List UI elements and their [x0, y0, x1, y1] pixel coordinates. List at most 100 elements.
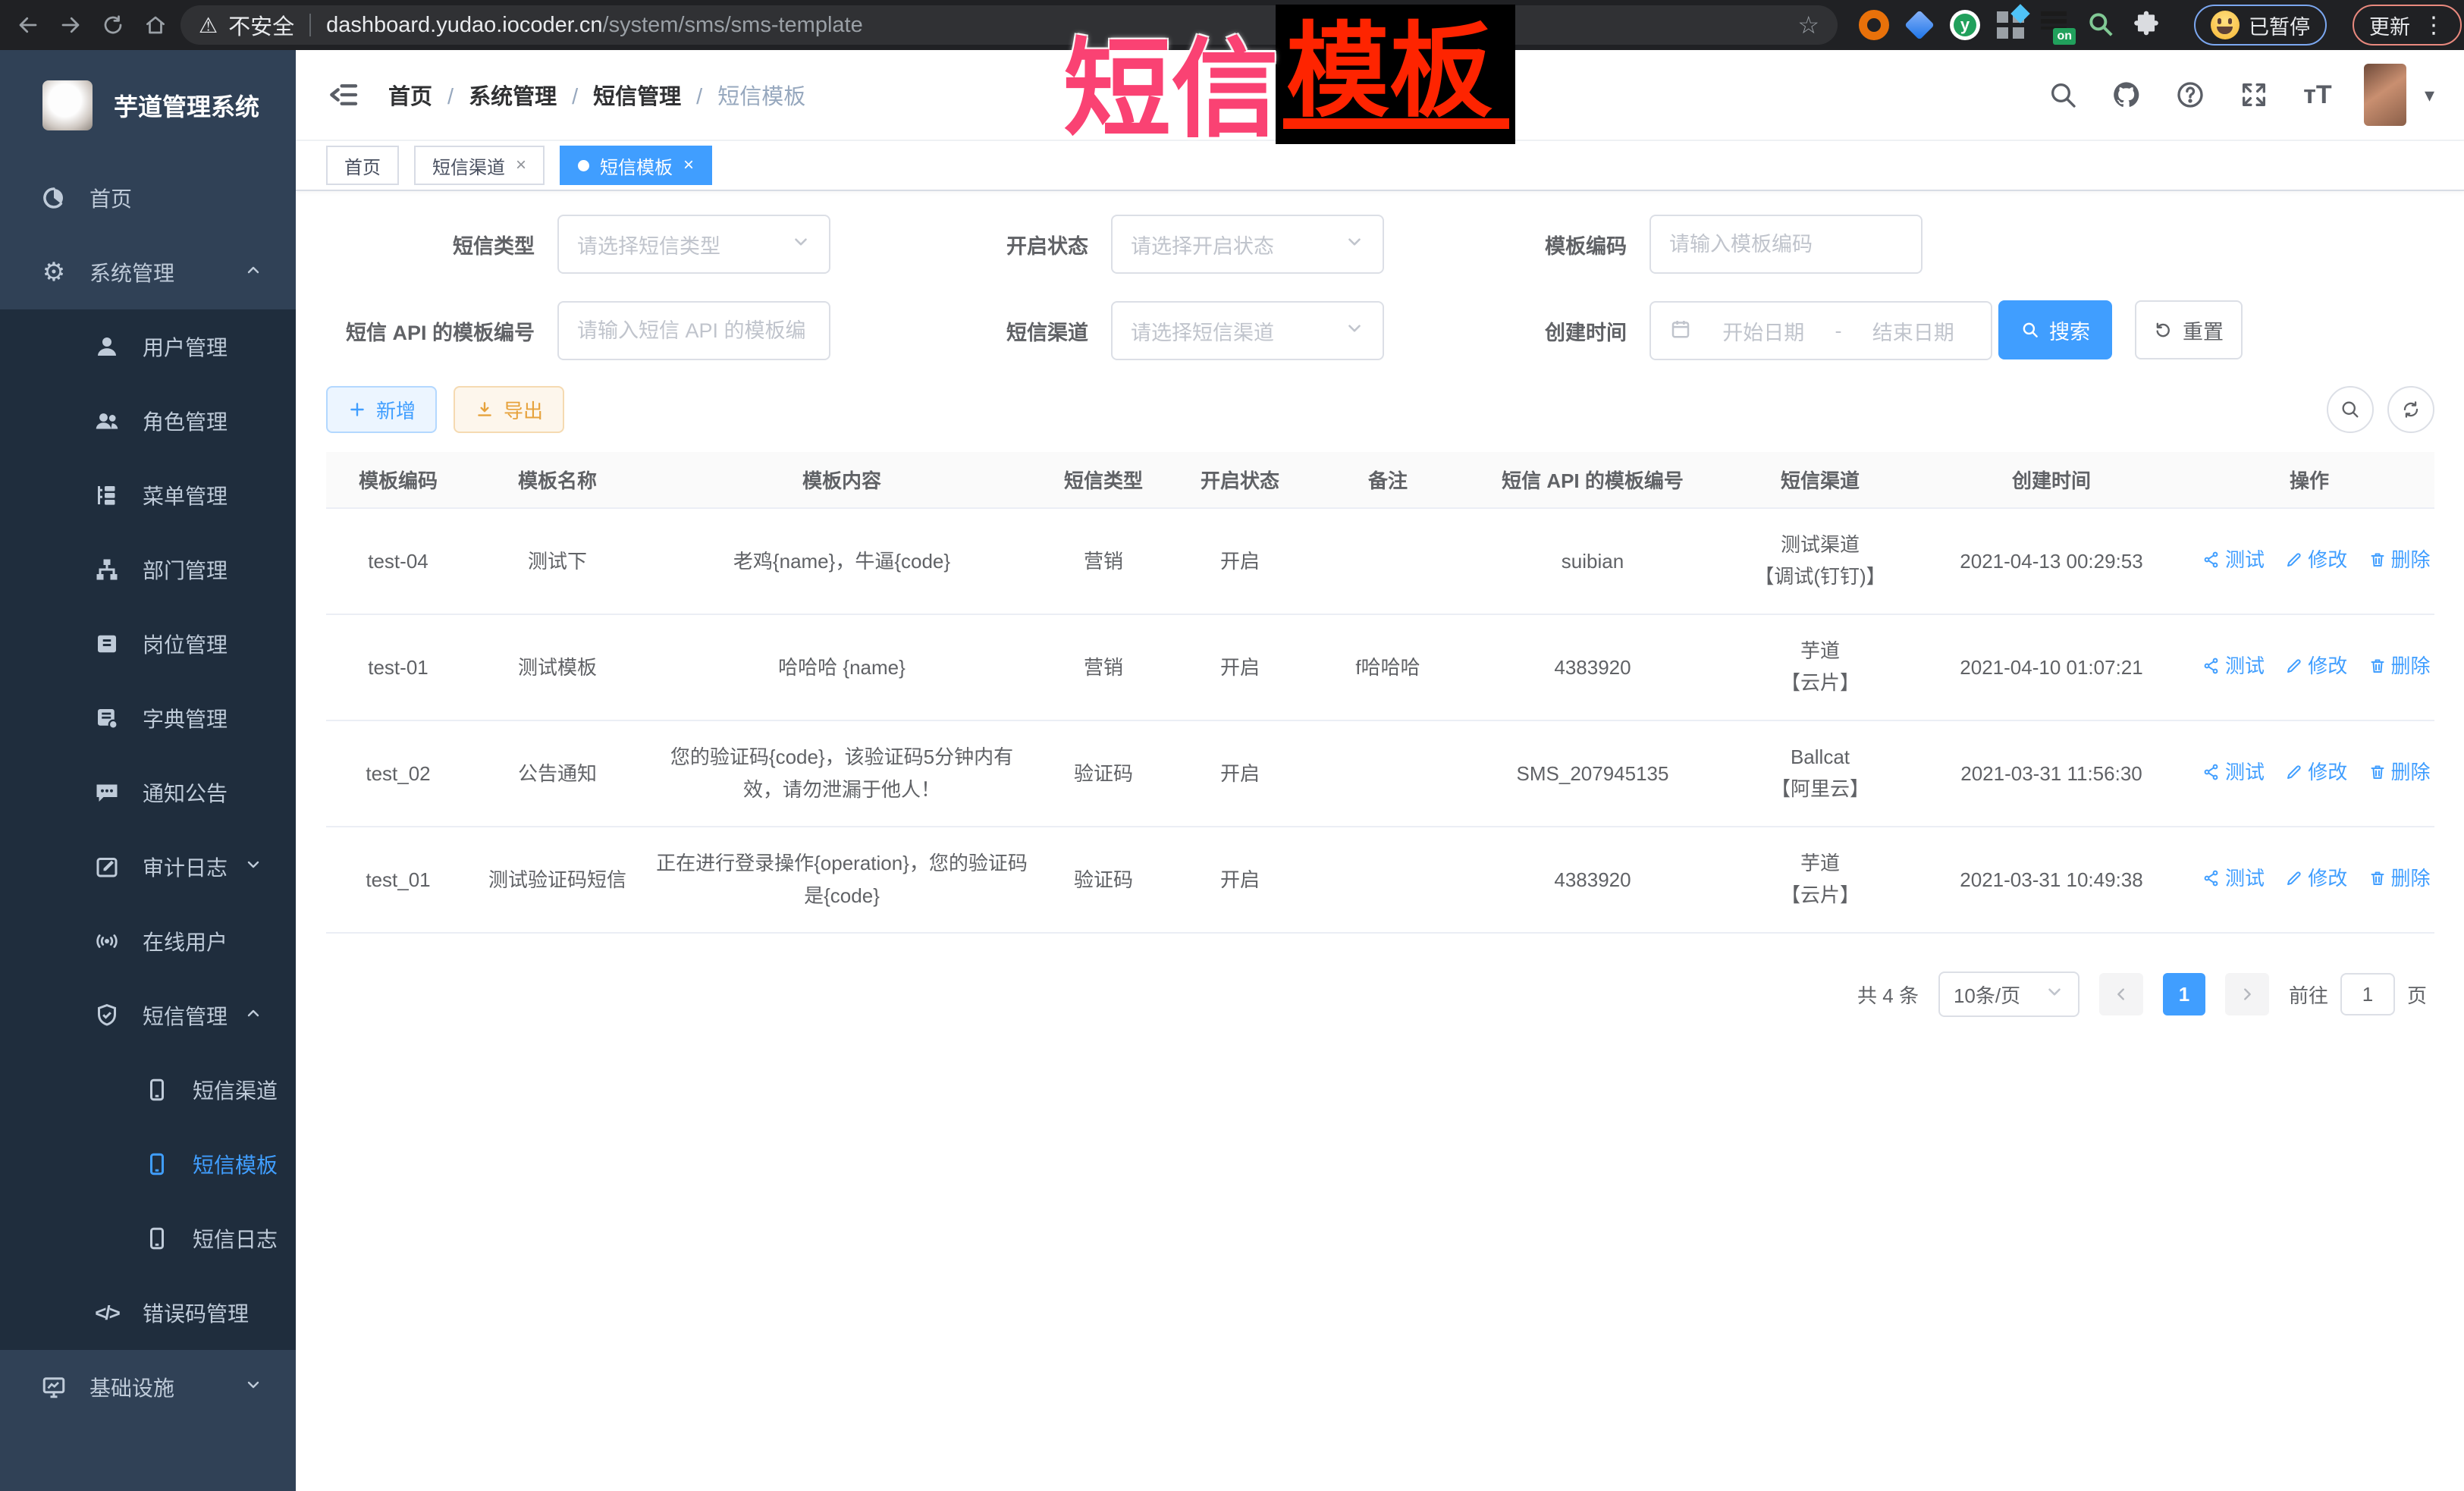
start-date-placeholder[interactable]: 开始日期 — [1704, 316, 1823, 346]
user-avatar[interactable] — [2364, 64, 2406, 126]
cell-remark — [1312, 827, 1464, 933]
sidebar-item-system[interactable]: ⚙ 系统管理 — [0, 235, 296, 309]
chevron-down-icon — [2045, 982, 2064, 1007]
test-link[interactable]: 测试 — [2202, 650, 2265, 683]
home-icon[interactable] — [138, 8, 173, 42]
edit-link[interactable]: 修改 — [2285, 650, 2347, 683]
avatar-caret-down-icon[interactable]: ▾ — [2425, 83, 2434, 107]
test-link[interactable]: 测试 — [2202, 862, 2265, 895]
extension-orange-ring-icon[interactable] — [1859, 10, 1889, 40]
next-page-button[interactable] — [2225, 973, 2269, 1015]
cell-remark — [1312, 508, 1464, 614]
sidebar-item-audit-log[interactable]: 审计日志 — [0, 830, 296, 904]
cell-type: 营销 — [1039, 614, 1168, 720]
api-template-id-input[interactable] — [577, 319, 811, 343]
breadcrumb-home[interactable]: 首页 — [388, 79, 432, 111]
extension-grid-icon[interactable] — [1995, 10, 2026, 40]
url-text[interactable]: dashboard.yudao.iocoder.cn/system/sms/sm… — [326, 13, 863, 38]
extensions-puzzle-icon[interactable] — [2132, 10, 2162, 40]
edit-note-icon — [93, 852, 121, 881]
sidebar-item-menus[interactable]: 菜单管理 — [0, 458, 296, 532]
cell-name: 公告通知 — [470, 720, 645, 827]
security-label[interactable]: 不安全 — [228, 9, 294, 41]
cell-content: 哈哈哈 {name} — [645, 614, 1039, 720]
delete-link[interactable]: 删除 — [2368, 544, 2431, 576]
breadcrumb-sms[interactable]: 短信管理 — [572, 79, 681, 111]
sidebar-item-roles[interactable]: 角色管理 — [0, 384, 296, 458]
add-button[interactable]: 新增 — [326, 386, 437, 433]
edit-link[interactable]: 修改 — [2285, 544, 2347, 576]
sidebar-item-sms[interactable]: 短信管理 — [0, 978, 296, 1053]
sidebar-item-sms-log[interactable]: 短信日志 — [0, 1201, 296, 1276]
current-page[interactable]: 1 — [2163, 973, 2205, 1015]
template-code-input[interactable] — [1669, 233, 1903, 256]
profile-paused-pill[interactable]: 已暂停 — [2194, 5, 2327, 46]
extension-green-y-icon[interactable]: y — [1950, 10, 1980, 40]
forward-icon[interactable] — [53, 8, 88, 42]
font-size-icon[interactable]: тT — [2300, 77, 2335, 112]
cell-status: 开启 — [1168, 827, 1312, 933]
test-link[interactable]: 测试 — [2202, 756, 2265, 789]
help-icon[interactable] — [2173, 77, 2208, 112]
sidebar-item-online-users[interactable]: 在线用户 — [0, 904, 296, 978]
edit-link[interactable]: 修改 — [2285, 756, 2347, 789]
sidebar-item-label: 部门管理 — [143, 554, 228, 585]
sidebar-item-infrastructure[interactable]: 基础设施 — [0, 1350, 296, 1424]
extension-list-on-icon[interactable]: on — [2041, 10, 2071, 40]
create-time-range-picker[interactable]: 开始日期 - 结束日期 — [1649, 301, 1992, 360]
show-search-toggle-button[interactable] — [2327, 386, 2374, 433]
extension-magnifier-icon[interactable] — [2086, 10, 2117, 40]
app-logo-row[interactable]: 芋道管理系统 — [0, 50, 296, 161]
channel-select[interactable]: 请选择短信渠道 — [1111, 301, 1384, 360]
close-icon[interactable]: × — [516, 156, 526, 174]
page-size-select[interactable]: 10条/页 — [1938, 972, 2079, 1017]
calendar-icon — [1669, 317, 1692, 345]
bookmark-star-icon[interactable]: ☆ — [1797, 11, 1819, 39]
github-icon[interactable] — [2109, 77, 2144, 112]
sidebar-item-announcements[interactable]: 通知公告 — [0, 755, 296, 830]
col-status: 开启状态 — [1168, 452, 1312, 508]
table-row: test-01 测试模板 哈哈哈 {name} 营销 开启 f哈哈哈 43839… — [326, 614, 2434, 720]
cell-status: 开启 — [1168, 508, 1312, 614]
address-bar[interactable]: ⚠ 不安全 dashboard.yudao.iocoder.cn/system/… — [180, 5, 1838, 45]
sidebar-item-label: 菜单管理 — [143, 480, 228, 510]
cell-create-time: 2021-03-31 10:49:38 — [1919, 827, 2184, 933]
test-link[interactable]: 测试 — [2202, 544, 2265, 576]
sidebar-item-label: 岗位管理 — [143, 629, 228, 659]
back-icon[interactable] — [11, 8, 46, 42]
refresh-button[interactable] — [2387, 386, 2434, 433]
breadcrumb-system[interactable]: 系统管理 — [447, 79, 557, 111]
sms-type-select[interactable]: 请选择短信类型 — [557, 215, 830, 274]
sidebar-item-departments[interactable]: 部门管理 — [0, 532, 296, 607]
export-button[interactable]: 导出 — [454, 386, 564, 433]
extension-blue-kite-icon[interactable] — [1904, 10, 1935, 40]
sidebar-item-dictionary[interactable]: 字典管理 — [0, 681, 296, 755]
delete-link[interactable]: 删除 — [2368, 862, 2431, 895]
prev-page-button[interactable] — [2099, 973, 2143, 1015]
search-button[interactable]: 搜索 — [1998, 300, 2112, 359]
close-icon[interactable]: × — [683, 156, 694, 174]
sidebar-item-home[interactable]: 首页 — [0, 161, 296, 235]
chrome-update-button[interactable]: 更新 ⋮ — [2353, 5, 2462, 46]
fullscreen-icon[interactable] — [2236, 77, 2271, 112]
tab-home[interactable]: 首页 — [326, 146, 399, 185]
edit-link[interactable]: 修改 — [2285, 862, 2347, 895]
reload-icon[interactable] — [96, 8, 130, 42]
sidebar-item-sms-channel[interactable]: 短信渠道 — [0, 1053, 296, 1127]
chat-bubble-icon — [93, 778, 121, 807]
sidebar-item-posts[interactable]: 岗位管理 — [0, 607, 296, 681]
sidebar-item-users[interactable]: 用户管理 — [0, 309, 296, 384]
tab-sms-template[interactable]: 短信模板 × — [560, 146, 712, 185]
search-icon[interactable] — [2045, 77, 2080, 112]
status-select[interactable]: 请选择开启状态 — [1111, 215, 1384, 274]
collapse-sidebar-icon[interactable] — [326, 77, 363, 113]
sidebar-item-error-codes[interactable]: </> 错误码管理 — [0, 1276, 296, 1350]
reset-button[interactable]: 重置 — [2135, 300, 2243, 359]
delete-link[interactable]: 删除 — [2368, 650, 2431, 683]
end-date-placeholder[interactable]: 结束日期 — [1854, 316, 1973, 346]
cell-code: test-01 — [326, 614, 470, 720]
delete-link[interactable]: 删除 — [2368, 756, 2431, 789]
tab-sms-channel[interactable]: 短信渠道 × — [414, 146, 545, 185]
goto-page-input[interactable] — [2340, 973, 2395, 1015]
sidebar-item-sms-template[interactable]: 短信模板 — [0, 1127, 296, 1201]
